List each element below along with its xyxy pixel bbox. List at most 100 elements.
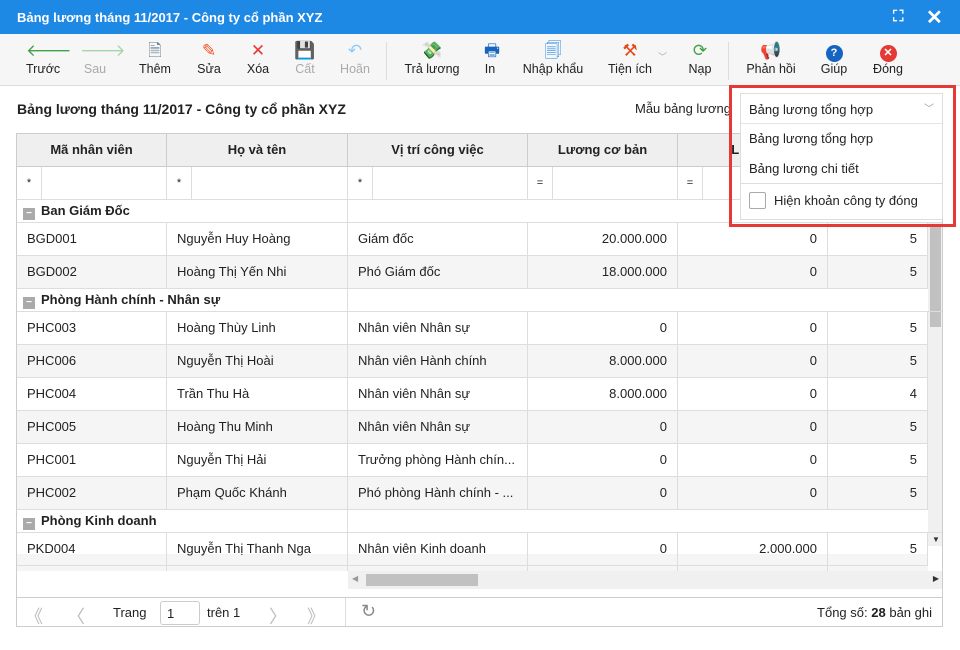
- toolbar-button-edit[interactable]: ✎ Sửa: [196, 40, 222, 76]
- tools-icon: ⚒: [622, 41, 638, 60]
- page-input[interactable]: 1: [160, 601, 200, 625]
- toolbar-button-megaphone[interactable]: 📢 Phản hồi: [746, 40, 796, 76]
- arrow-left-icon: 🡐: [26, 41, 72, 60]
- group-name: Phòng Kinh doanh: [41, 513, 157, 528]
- filter-operator[interactable]: *: [17, 167, 42, 199]
- horizontal-scrollbar[interactable]: ◀ ▶: [348, 571, 942, 589]
- cell: 5: [828, 533, 928, 566]
- undo-icon: ↶: [347, 41, 363, 60]
- toolbar-button-tools[interactable]: ⚒ Tiện ích: [608, 40, 652, 76]
- cell: PKD004: [17, 533, 167, 566]
- chevron-down-icon[interactable]: ﹀: [658, 50, 667, 63]
- collapse-icon[interactable]: −: [23, 518, 35, 530]
- group-header[interactable]: − Phòng Kinh doanh: [17, 510, 348, 533]
- collapse-icon[interactable]: −: [23, 297, 35, 309]
- cell: 0: [678, 477, 828, 510]
- filter-operator[interactable]: *: [348, 167, 373, 199]
- table-row[interactable]: PHC005 Hoàng Thu Minh Nhân viên Nhân sự 0 0 5: [17, 411, 928, 444]
- cell: 18.000.000: [528, 256, 678, 289]
- table-row[interactable]: BGD002 Hoàng Thị Yến Nhi Phó Giám đốc 18.00…: [17, 256, 928, 289]
- toolbar-label: Thêm: [139, 62, 171, 76]
- toolbar-button-delete[interactable]: ✕ Xóa: [246, 40, 270, 76]
- cell: Phó Giám đốc: [348, 256, 528, 289]
- toolbar-button-save[interactable]: 💾 Cất: [294, 40, 316, 76]
- cell: Phó phòng Hành chính - ...: [348, 477, 528, 510]
- prev-page-icon[interactable]: 〈: [67, 603, 85, 626]
- template-select[interactable]: Bảng lương tổng hợp ﹀: [741, 94, 942, 124]
- group-name: Phòng Hành chính - Nhân sự: [41, 292, 221, 307]
- cell: PHC004: [17, 378, 167, 411]
- toolbar-button-arrow-left[interactable]: 🡐 Trước: [26, 40, 72, 76]
- refresh-icon[interactable]: ↻: [361, 601, 376, 622]
- toolbar-separator: [386, 42, 387, 80]
- cell: 0: [528, 533, 678, 566]
- filter-operator[interactable]: =: [678, 167, 703, 199]
- table-row[interactable]: BGD001 Nguyễn Huy Hoàng Giám đốc 20.000.000…: [17, 223, 928, 256]
- cell: 5: [828, 477, 928, 510]
- filter-cell[interactable]: *: [17, 167, 167, 200]
- toolbar-button-close-circle[interactable]: ✕ Đóng: [872, 40, 904, 76]
- cell: Trần Thu Hà: [167, 378, 348, 411]
- cell: PHC003: [17, 312, 167, 345]
- cell: Nguyễn Thị Hải: [167, 444, 348, 477]
- option-chi-tiet[interactable]: Bảng lương chi tiết: [741, 154, 942, 184]
- table-row[interactable]: PHC004 Trần Thu Hà Nhân viên Nhân sự 8.000.…: [17, 378, 928, 411]
- template-dropdown[interactable]: Bảng lương tổng hợp ﹀ Bảng lương tổng hợp…: [740, 93, 943, 220]
- cell: 0: [678, 411, 828, 444]
- toolbar-label: Sửa: [197, 62, 221, 76]
- filter-operator[interactable]: *: [167, 167, 192, 199]
- template-label: Mẫu bảng lương: [635, 101, 732, 116]
- toolbar-label: Phản hồi: [746, 62, 796, 76]
- group-header[interactable]: − Ban Giám Đốc: [17, 200, 348, 223]
- next-page-icon[interactable]: 〉: [269, 603, 287, 626]
- close-circle-icon: ✕: [872, 40, 904, 62]
- close-icon[interactable]: ✕: [926, 5, 943, 30]
- cell: PHC006: [17, 345, 167, 378]
- table-row[interactable]: PHC003 Hoàng Thùy Linh Nhân viên Nhân sự 0 0…: [17, 312, 928, 345]
- cell: 0: [678, 312, 828, 345]
- toolbar-button-import[interactable]: 🗐 Nhập khẩu: [522, 40, 584, 76]
- print-icon: 🖶: [484, 41, 501, 60]
- import-icon: 🗐: [544, 41, 562, 60]
- toolbar-button-help[interactable]: ? Giúp: [820, 40, 848, 76]
- table-row[interactable]: PHC002 Phạm Quốc Khánh Phó phòng Hành chín…: [17, 477, 928, 510]
- last-page-icon[interactable]: 》: [307, 603, 325, 626]
- chevron-down-icon: ﹀: [924, 104, 934, 115]
- edit-icon: ✎: [201, 41, 217, 60]
- collapse-icon[interactable]: −: [23, 208, 35, 220]
- cell: Trưởng phòng Hành chín...: [348, 444, 528, 477]
- toolbar-button-add-document[interactable]: 🗎 Thêm: [138, 40, 172, 76]
- maximize-icon[interactable]: ⛶: [893, 8, 904, 25]
- toolbar-button-arrow-right[interactable]: 🡒 Sau: [80, 40, 126, 76]
- megaphone-icon: 📢: [760, 41, 782, 60]
- filter-operator[interactable]: =: [528, 167, 553, 199]
- toolbar-label: Tiện ích: [608, 62, 653, 76]
- option-tong-hop[interactable]: Bảng lương tổng hợp: [741, 124, 942, 154]
- toolbar-button-undo[interactable]: ↶ Hoãn: [338, 40, 372, 76]
- toolbar-button-print[interactable]: 🖶 In: [484, 40, 501, 76]
- filter-cell[interactable]: *: [167, 167, 348, 200]
- filter-cell[interactable]: =: [528, 167, 678, 200]
- scroll-thumb[interactable]: [366, 574, 478, 586]
- window-title: Bảng lương tháng 11/2017 - Công ty cổ ph…: [17, 10, 323, 25]
- show-company-contrib-checkbox[interactable]: Hiện khoản công ty đóng: [741, 184, 942, 218]
- arrow-right-icon: 🡒: [80, 41, 126, 60]
- cell: 4: [828, 378, 928, 411]
- page-label: Trang: [113, 605, 147, 620]
- filter-cell[interactable]: *: [348, 167, 528, 200]
- scroll-thumb[interactable]: [930, 227, 941, 327]
- first-page-icon[interactable]: 《: [25, 603, 43, 626]
- vertical-scrollbar[interactable]: ▼: [928, 223, 942, 546]
- table-row[interactable]: PHC006 Nguyễn Thị Hoài Nhân viên Hành chín…: [17, 345, 928, 378]
- checkbox-icon[interactable]: [749, 192, 766, 209]
- cell: Phạm Quốc Khánh: [167, 477, 348, 510]
- table-row[interactable]: PKD004 Nguyễn Thị Thanh Nga Nhân viên Kinh…: [17, 533, 928, 566]
- cell: Hoàng Thu Minh: [167, 411, 348, 444]
- toolbar-label: Cất: [295, 62, 315, 76]
- toolbar-button-refresh[interactable]: ⟳ Nạp: [686, 40, 714, 76]
- cell: Nhân viên Hành chính: [348, 345, 528, 378]
- group-header[interactable]: − Phòng Hành chính - Nhân sự: [17, 289, 348, 312]
- table-row[interactable]: PHC001 Nguyễn Thị Hải Trưởng phòng Hành ch…: [17, 444, 928, 477]
- toolbar-button-money[interactable]: 💸 Trả lương: [404, 40, 460, 76]
- toolbar-label: Trước: [26, 62, 61, 76]
